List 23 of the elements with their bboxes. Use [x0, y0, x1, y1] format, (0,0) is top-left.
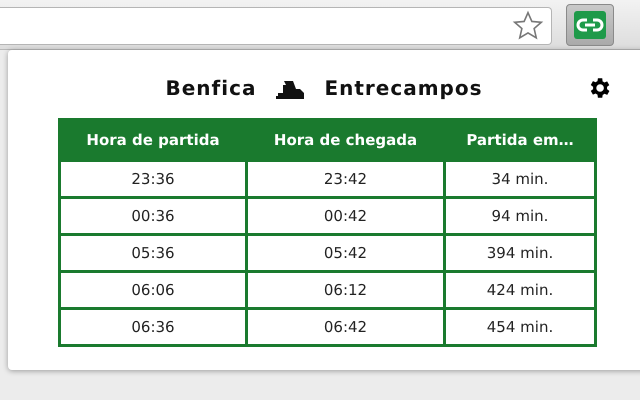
table-cell: 454 min. — [444, 308, 596, 346]
column-header: Hora de chegada — [246, 120, 444, 160]
table-cell: 00:36 — [60, 198, 246, 234]
extension-button[interactable] — [566, 4, 614, 46]
table-cell: 06:42 — [246, 308, 444, 346]
table-cell: 06:06 — [60, 272, 246, 308]
table-cell: 23:36 — [60, 160, 246, 198]
destination-station: Entrecampos — [324, 76, 482, 100]
column-header: Partida em… — [444, 120, 596, 160]
table-cell: 94 min. — [444, 198, 596, 234]
column-header: Hora de partida — [60, 120, 246, 160]
link-icon — [574, 10, 606, 38]
table-cell: 23:42 — [246, 160, 444, 198]
table-cell: 424 min. — [444, 272, 596, 308]
star-icon[interactable] — [511, 10, 545, 42]
table-cell: 05:42 — [246, 234, 444, 272]
table-cell: 06:12 — [246, 272, 444, 308]
table-cell: 06:36 — [60, 308, 246, 346]
table-cell: 394 min. — [444, 234, 596, 272]
table-cell: 05:36 — [60, 234, 246, 272]
table-cell: 00:42 — [246, 198, 444, 234]
table-cell: 34 min. — [444, 160, 596, 198]
origin-station: Benfica — [165, 76, 256, 100]
